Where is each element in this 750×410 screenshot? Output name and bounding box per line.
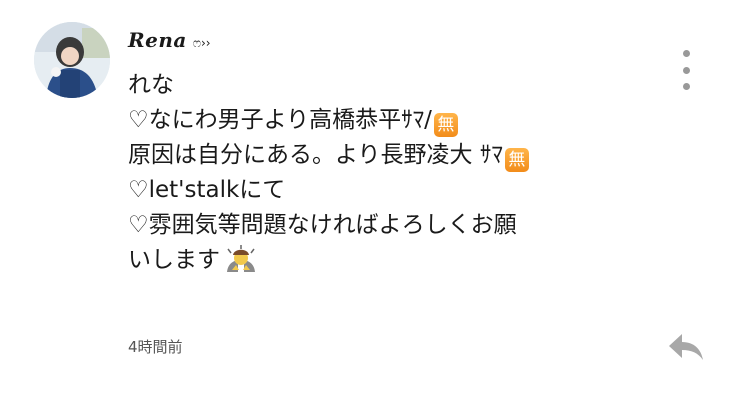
author-row: Rena ෆ›› — [128, 28, 211, 52]
timestamp: 4時間前 — [128, 338, 183, 356]
person-bowing-icon — [224, 245, 258, 273]
free-badge-icon: 無 — [433, 113, 458, 137]
avatar-photo — [34, 22, 110, 98]
avatar[interactable] — [34, 22, 110, 98]
username[interactable]: Rena — [128, 28, 187, 52]
reply-icon — [669, 334, 703, 360]
username-decoration: ෆ›› — [192, 36, 211, 50]
message-line: ♡let'stalkにて — [128, 177, 286, 203]
message-line: れな — [128, 72, 174, 98]
message-line: 原因は自分にある。より長野凌大 ｻﾏ無 — [128, 138, 648, 173]
reply-button[interactable] — [666, 330, 706, 362]
more-vertical-icon — [682, 83, 690, 90]
more-vertical-icon — [682, 66, 690, 74]
message-line: ♡雰囲気等問題なければよろしくお願 — [128, 212, 517, 238]
more-menu-button[interactable] — [676, 50, 696, 90]
comment-card: Rena ෆ›› れな ♡なにわ男子より高橋恭平ｻﾏ/無 原因は自分にある。より… — [0, 0, 750, 410]
message-body: れな ♡なにわ男子より高橋恭平ｻﾏ/無 原因は自分にある。より長野凌大 ｻﾏ無 … — [128, 68, 648, 278]
message-line: ♡なにわ男子より高橋恭平ｻﾏ/無 — [128, 103, 648, 138]
message-line: いします — [128, 243, 648, 278]
more-vertical-icon — [682, 50, 690, 57]
free-badge-icon: 無 — [504, 148, 529, 172]
